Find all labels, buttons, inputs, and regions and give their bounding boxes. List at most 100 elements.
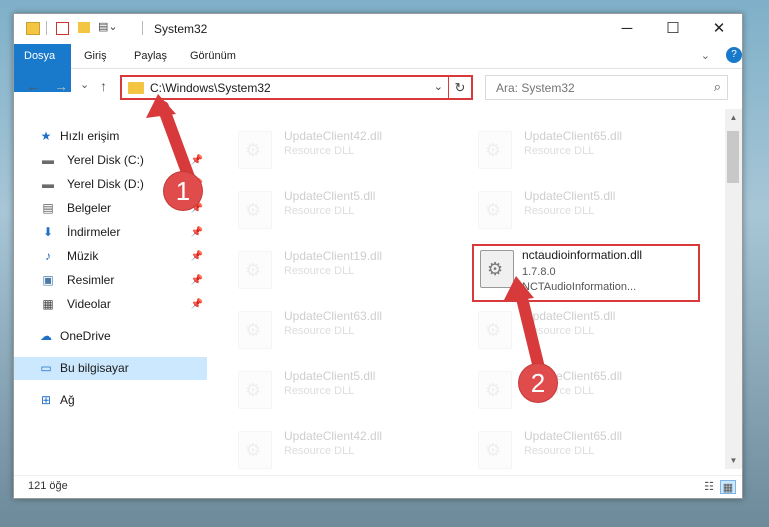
dll-file-icon bbox=[238, 311, 272, 349]
pin-icon[interactable]: 📌 bbox=[191, 269, 203, 292]
sidebar-item[interactable]: ⬇ İndirmeler 📌 bbox=[14, 221, 207, 244]
file-type: Resource DLL bbox=[284, 205, 355, 217]
toolbar-divider bbox=[46, 21, 47, 35]
new-folder-icon[interactable] bbox=[78, 22, 90, 33]
file-type: Resource DLL bbox=[524, 325, 595, 337]
music-icon: ♪ bbox=[45, 249, 51, 263]
dll-file-icon bbox=[480, 250, 514, 288]
videos-icon: ▦ bbox=[42, 297, 54, 311]
highlighted-file-item[interactable]: nctaudioinformation.dll 1.7.8.0 NCTAudioIn… bbox=[472, 244, 700, 302]
sidebar-item-label: Videolar bbox=[67, 297, 111, 311]
status-bar: 121 öğe ☷ ▦ bbox=[14, 475, 742, 498]
file-type: Resource DLL bbox=[284, 325, 355, 337]
sidebar-item[interactable]: ▦ Videolar 📌 bbox=[14, 293, 207, 316]
computer-icon: ▭ bbox=[40, 361, 52, 375]
sidebar-item[interactable]: ♪ Müzik 📌 bbox=[14, 245, 207, 268]
file-name: UpdateClient65.dll bbox=[524, 429, 623, 443]
step-badge-2: 2 bbox=[519, 364, 557, 402]
file-type: Resource DLL bbox=[284, 445, 355, 457]
dll-file-icon bbox=[238, 371, 272, 409]
pin-icon[interactable]: 📌 bbox=[191, 221, 203, 244]
sidebar-item[interactable]: ▣ Resimler 📌 bbox=[14, 269, 207, 292]
file-name: UpdateClient65.dll bbox=[524, 129, 623, 143]
up-button[interactable]: ↑ bbox=[100, 78, 107, 94]
search-input[interactable] bbox=[494, 79, 698, 97]
close-button[interactable]: ✕ bbox=[696, 14, 742, 44]
dll-file-icon bbox=[478, 191, 512, 229]
file-item[interactable]: UpdateClient42.dll Resource DLL bbox=[210, 125, 420, 173]
file-name: UpdateClient5.dll bbox=[524, 189, 616, 203]
refresh-button[interactable]: ↻ bbox=[448, 77, 471, 98]
sidebar-item[interactable]: ★ Hızlı erişim bbox=[14, 125, 207, 148]
file-item[interactable]: UpdateClient19.dll Resource DLL bbox=[210, 245, 420, 293]
file-description: NCTAudioInformation... bbox=[522, 281, 637, 293]
ribbon-tabs: Dosya Giriş Paylaş Görünüm ⌄ ? bbox=[14, 44, 742, 92]
forward-button[interactable]: → bbox=[54, 78, 68, 94]
icons-view-icon[interactable]: ▦ bbox=[720, 480, 736, 494]
file-item[interactable]: UpdateClient65.dll Resource DLL bbox=[450, 425, 660, 469]
address-dropdown-icon[interactable]: ⌄ bbox=[434, 80, 443, 93]
customize-toolbar-icon[interactable]: ▤⌄ bbox=[98, 20, 118, 34]
folder-icon bbox=[26, 22, 40, 35]
sidebar-item[interactable]: ▭ Bu bilgisayar bbox=[14, 357, 207, 380]
file-item[interactable]: UpdateClient63.dll Resource DLL bbox=[210, 305, 420, 353]
dll-file-icon bbox=[238, 251, 272, 289]
step-badge-1: 1 bbox=[164, 172, 202, 210]
ribbon-collapse-icon[interactable]: ⌄ bbox=[691, 44, 720, 68]
dll-file-icon bbox=[478, 131, 512, 169]
sidebar-item-label: Ağ bbox=[60, 393, 75, 407]
pin-icon[interactable]: 📌 bbox=[191, 245, 203, 268]
item-count: 121 öğe bbox=[28, 480, 68, 492]
file-type: Resource DLL bbox=[524, 205, 595, 217]
maximize-button[interactable]: ☐ bbox=[650, 14, 696, 44]
pictures-icon: ▣ bbox=[42, 273, 54, 287]
sidebar-item-label: Müzik bbox=[67, 249, 99, 263]
file-version: 1.7.8.0 bbox=[522, 266, 556, 278]
sidebar-item-label: Belgeler bbox=[67, 201, 112, 215]
navigation-bar: ← → ⌄ ↑ C:\Windows\System32 ⌄ ↻ ⌕ bbox=[14, 69, 742, 103]
file-item[interactable]: UpdateClient65.dll Resource DLL bbox=[450, 125, 660, 173]
address-bar[interactable]: C:\Windows\System32 ⌄ ↻ bbox=[120, 75, 473, 100]
dll-file-icon bbox=[478, 311, 512, 349]
help-icon[interactable]: ? bbox=[726, 47, 742, 63]
file-item[interactable]: UpdateClient5.dll Resource DLL bbox=[450, 305, 660, 353]
sidebar-item[interactable]: ☁ OneDrive bbox=[14, 325, 207, 348]
downloads-icon: ⬇ bbox=[42, 225, 54, 239]
drive-icon: ▬ bbox=[42, 153, 54, 167]
tab-giris[interactable]: Giriş bbox=[74, 44, 117, 68]
file-name: UpdateClient19.dll bbox=[284, 249, 383, 263]
search-box[interactable]: ⌕ bbox=[485, 75, 728, 100]
dll-file-icon bbox=[238, 431, 272, 469]
file-item[interactable]: UpdateClient42.dll Resource DLL bbox=[210, 425, 420, 469]
sidebar-item-label: İndirmeler bbox=[67, 225, 121, 239]
scroll-down-icon[interactable]: ▼ bbox=[725, 452, 742, 469]
details-view-icon[interactable]: ☷ bbox=[702, 480, 716, 493]
pin-icon[interactable]: 📌 bbox=[191, 149, 203, 172]
scroll-up-icon[interactable]: ▲ bbox=[725, 109, 742, 126]
vertical-scrollbar[interactable]: ▲ ▼ bbox=[725, 109, 742, 469]
search-icon[interactable]: ⌕ bbox=[714, 79, 721, 95]
tab-gorunum[interactable]: Görünüm bbox=[180, 44, 246, 68]
pin-icon[interactable]: 📌 bbox=[191, 293, 203, 316]
sidebar-item-label: OneDrive bbox=[60, 329, 111, 343]
address-path[interactable]: C:\Windows\System32 bbox=[150, 81, 271, 95]
recent-locations-button[interactable]: ⌄ bbox=[80, 78, 89, 91]
tab-paylas[interactable]: Paylaş bbox=[124, 44, 177, 68]
file-item[interactable]: UpdateClient5.dll Resource DLL bbox=[450, 185, 660, 233]
cloud-icon: ☁ bbox=[40, 329, 52, 343]
properties-icon[interactable] bbox=[56, 22, 69, 35]
star-icon: ★ bbox=[40, 129, 52, 143]
sidebar-item[interactable]: ▬ Yerel Disk (C:) 📌 bbox=[14, 149, 207, 172]
sidebar-item[interactable]: ⊞ Ağ bbox=[14, 389, 207, 412]
scroll-thumb[interactable] bbox=[727, 131, 739, 183]
back-button[interactable]: ← bbox=[26, 78, 40, 94]
minimize-button[interactable]: ─ bbox=[604, 14, 650, 44]
dll-file-icon bbox=[238, 191, 272, 229]
sidebar-item-label: Yerel Disk (D:) bbox=[67, 177, 144, 191]
window-title: System32 bbox=[154, 22, 208, 36]
file-item[interactable]: UpdateClient5.dll Resource DLL bbox=[210, 185, 420, 233]
sidebar-item-label: Bu bilgisayar bbox=[60, 361, 129, 375]
file-item[interactable]: UpdateClient5.dll Resource DLL bbox=[210, 365, 420, 413]
file-list: UpdateClient42.dllResource DLL UpdateClie… bbox=[210, 109, 724, 469]
file-type: Resource DLL bbox=[284, 265, 355, 277]
